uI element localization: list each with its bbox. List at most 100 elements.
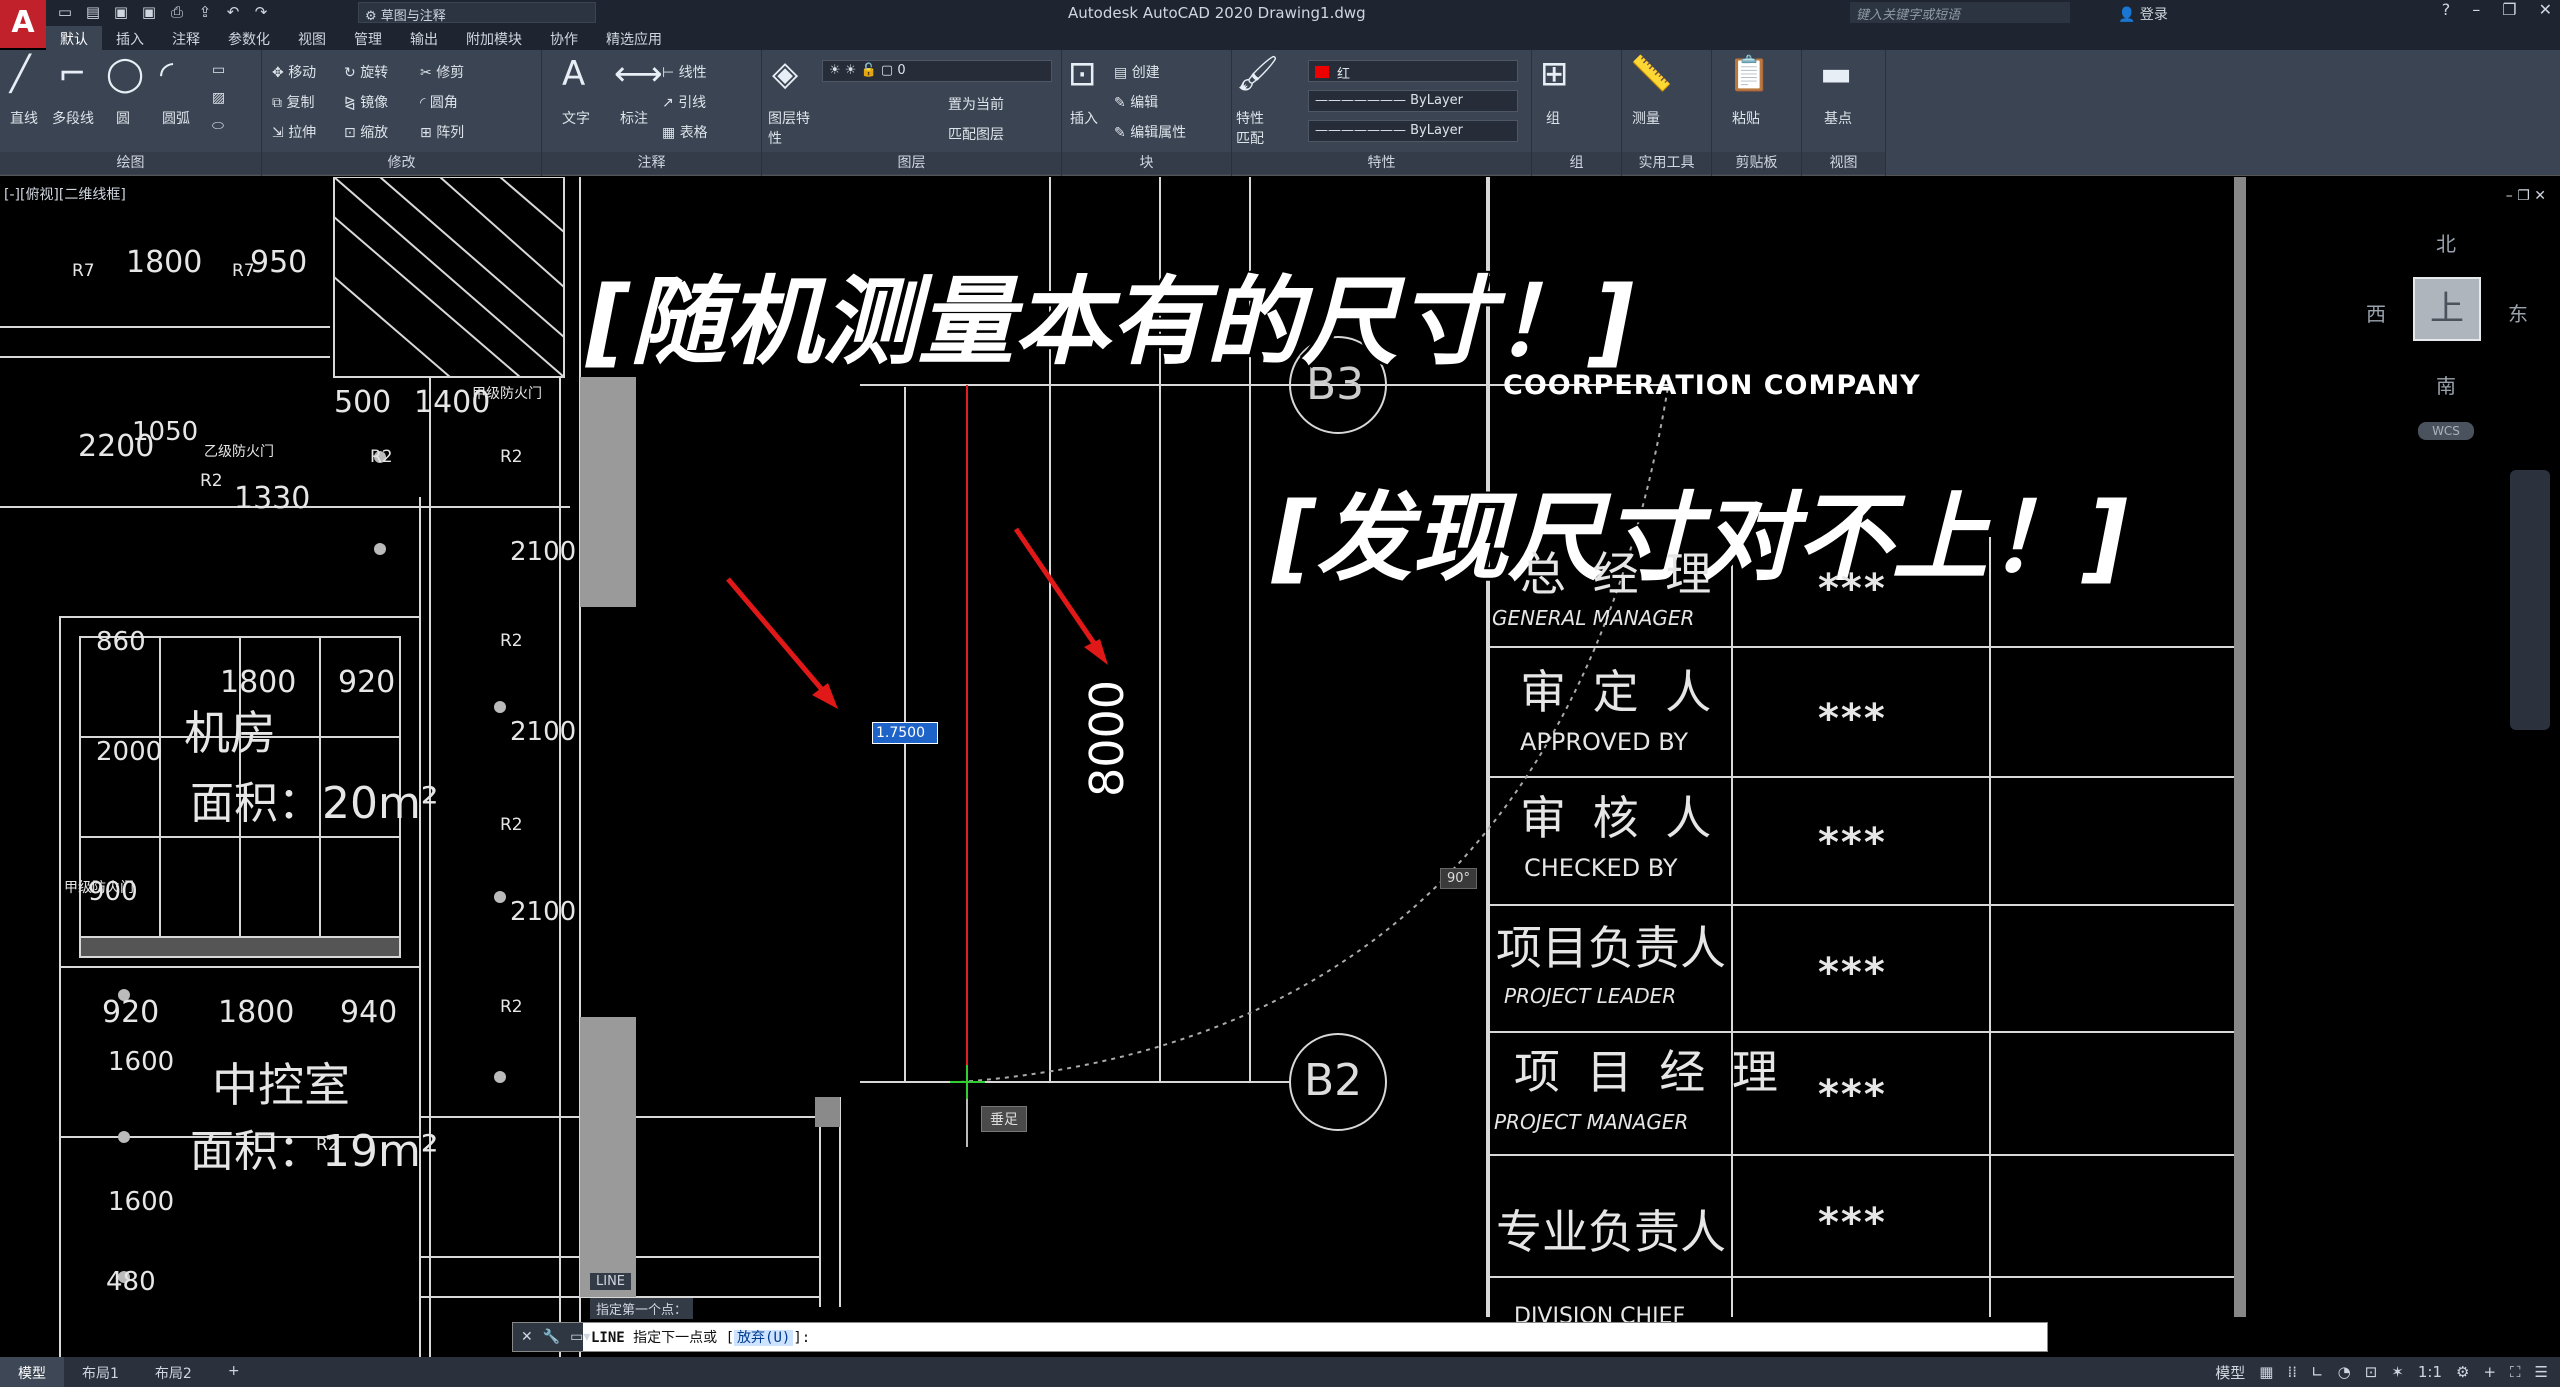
groups-panel-title[interactable]: 组 — [1532, 152, 1621, 174]
dimension-button[interactable]: 标注 — [620, 108, 648, 128]
viewcube-north[interactable]: 北 — [2436, 228, 2456, 257]
maximize-icon[interactable]: ❐ — [2502, 0, 2516, 19]
layers-panel-title[interactable]: 图层 — [762, 152, 1061, 174]
edit-block-button[interactable]: ✎ 编辑 — [1114, 92, 1158, 112]
move-button[interactable]: ✥ 移动 — [272, 62, 316, 82]
fillet-button[interactable]: ◜ 圆角 — [420, 92, 458, 112]
tab-view[interactable]: 视图 — [284, 26, 340, 50]
dimension-icon[interactable]: ⟷ — [614, 54, 663, 94]
linetype-select[interactable]: ——————— ByLayer — [1308, 90, 1518, 112]
undo-option[interactable]: 放弃(U) — [734, 1330, 794, 1346]
snap-icon[interactable]: ⁞⁞ — [2287, 1363, 2297, 1381]
rectangle-icon[interactable]: ▭ — [212, 62, 225, 78]
grid-icon[interactable]: ▦ — [2259, 1363, 2273, 1381]
close-icon[interactable]: ✕ — [2534, 188, 2546, 204]
properties-panel-title[interactable]: 特性 — [1232, 152, 1531, 174]
table-button[interactable]: ▦ 表格 — [662, 122, 708, 142]
circle-button[interactable]: 圆 — [116, 108, 130, 128]
tab-model[interactable]: 模型 — [0, 1357, 64, 1387]
viewport-label[interactable]: [-][俯视][二维线框] — [4, 184, 126, 204]
wcs-menu[interactable]: WCS — [2418, 422, 2474, 440]
save-icon[interactable]: ▣ — [112, 3, 130, 21]
tab-featured[interactable]: 精选应用 — [592, 26, 676, 50]
tab-collaborate[interactable]: 协作 — [536, 26, 592, 50]
mirror-button[interactable]: ⧎ 镜像 — [344, 92, 388, 112]
group-button[interactable]: 组 — [1546, 108, 1560, 128]
undo-icon[interactable]: ↶ — [224, 3, 242, 21]
lineweight-select[interactable]: ——————— ByLayer — [1308, 120, 1518, 142]
minimize-icon[interactable]: – — [2506, 188, 2513, 204]
open-icon[interactable]: ▤ — [84, 3, 102, 21]
autocad-logo-icon[interactable]: A — [0, 0, 46, 48]
arc-button[interactable]: 圆弧 — [162, 108, 190, 128]
copy-button[interactable]: ⧉ 复制 — [272, 92, 314, 112]
tab-parametric[interactable]: 参数化 — [214, 26, 284, 50]
ortho-icon[interactable]: ∟ — [2311, 1363, 2324, 1381]
navigation-bar[interactable] — [2510, 470, 2550, 730]
create-block-button[interactable]: ▤ 创建 — [1114, 62, 1160, 82]
hatch-icon[interactable]: ▨ — [212, 90, 225, 106]
tab-default[interactable]: 默认 — [46, 26, 102, 50]
annotation-panel-title[interactable]: 注释 — [542, 152, 761, 174]
plot-icon[interactable]: ⎙ — [168, 3, 186, 21]
fullscreen-icon[interactable]: ⛶ — [2510, 1363, 2521, 1381]
layer-properties-icon[interactable]: ◈ — [772, 54, 798, 94]
utilities-panel-title[interactable]: 实用工具 — [1622, 152, 1711, 174]
polyline-icon[interactable]: ⌐ — [58, 54, 87, 94]
draw-panel-title[interactable]: 绘图 — [0, 152, 261, 174]
login-button[interactable]: 👤 登录 — [2118, 4, 2168, 24]
wrench-icon[interactable]: 🔧 — [543, 1329, 560, 1345]
paste-icon[interactable]: 📋 — [1728, 54, 1770, 94]
match-properties-button[interactable]: 特性匹配 — [1236, 108, 1276, 148]
tab-annotate[interactable]: 注释 — [158, 26, 214, 50]
linear-button[interactable]: ⊢ 线性 — [662, 62, 707, 82]
tab-layout1[interactable]: 布局1 — [64, 1357, 137, 1387]
plus-icon[interactable]: + — [2483, 1363, 2496, 1381]
minimize-icon[interactable]: – — [2472, 0, 2480, 19]
array-button[interactable]: ⊞ 阵列 — [420, 122, 464, 142]
modify-panel-title[interactable]: 修改 — [262, 152, 541, 174]
scale-button[interactable]: ⊡ 缩放 — [344, 122, 388, 142]
saveas-icon[interactable]: ▣ — [140, 3, 158, 21]
tab-layout2[interactable]: 布局2 — [137, 1357, 210, 1387]
help-icon[interactable]: ? — [2442, 0, 2451, 19]
gear-icon[interactable]: ⚙ — [2456, 1363, 2469, 1381]
new-icon[interactable]: ▭ — [56, 3, 74, 21]
line-button[interactable]: 直线 — [10, 108, 38, 128]
layer-select[interactable]: ☀ ☀ 🔓 ▢ 0 — [822, 60, 1052, 82]
export-icon[interactable]: ⇪ — [196, 3, 214, 21]
viewcube-west[interactable]: 西 — [2366, 298, 2386, 327]
insert-button[interactable]: 插入 — [1070, 108, 1098, 128]
viewcube-east[interactable]: 东 — [2508, 298, 2528, 327]
close-icon[interactable]: ✕ — [521, 1329, 533, 1345]
insert-icon[interactable]: ⊡ — [1068, 54, 1097, 94]
osnap-icon[interactable]: ⊡ — [2365, 1363, 2378, 1381]
tab-addins[interactable]: 附加模块 — [452, 26, 536, 50]
base-button[interactable]: 基点 — [1824, 108, 1852, 128]
paste-button[interactable]: 粘贴 — [1732, 108, 1760, 128]
clipboard-panel-title[interactable]: 剪贴板 — [1712, 152, 1801, 174]
workspace-select[interactable]: ⚙ 草图与注释 — [358, 2, 596, 24]
edit-attr-button[interactable]: ✎ 编辑属性 — [1114, 122, 1186, 142]
leader-button[interactable]: ↗ 引线 — [662, 92, 706, 112]
viewcube-south[interactable]: 南 — [2436, 370, 2456, 399]
search-input[interactable]: 键入关键字或短语 — [1850, 2, 2070, 23]
rotate-button[interactable]: ↻ 旋转 — [344, 62, 388, 82]
polyline-button[interactable]: 多段线 — [52, 108, 94, 128]
circle-icon[interactable]: ◯ — [106, 54, 144, 94]
stretch-button[interactable]: ⇲ 拉伸 — [272, 122, 316, 142]
close-icon[interactable]: ✕ — [2539, 0, 2552, 19]
menu-icon[interactable]: ☰ — [2535, 1363, 2548, 1381]
group-icon[interactable]: ⊞ — [1540, 54, 1569, 94]
view-panel-title[interactable]: 视图 — [1802, 152, 1885, 174]
make-current-button[interactable]: 置为当前 — [948, 94, 1004, 114]
add-layout-button[interactable]: + — [210, 1357, 258, 1387]
arc-icon[interactable]: ◜ — [160, 54, 173, 94]
polar-icon[interactable]: ◔ — [2338, 1363, 2351, 1381]
text-icon[interactable]: A — [562, 54, 585, 94]
text-button[interactable]: 文字 — [562, 108, 590, 128]
redo-icon[interactable]: ↷ — [252, 3, 270, 21]
dynamic-input-field[interactable]: 1.7500 — [872, 722, 938, 744]
line-icon[interactable]: ╱ — [10, 54, 30, 94]
measure-button[interactable]: 测量 — [1632, 108, 1660, 128]
